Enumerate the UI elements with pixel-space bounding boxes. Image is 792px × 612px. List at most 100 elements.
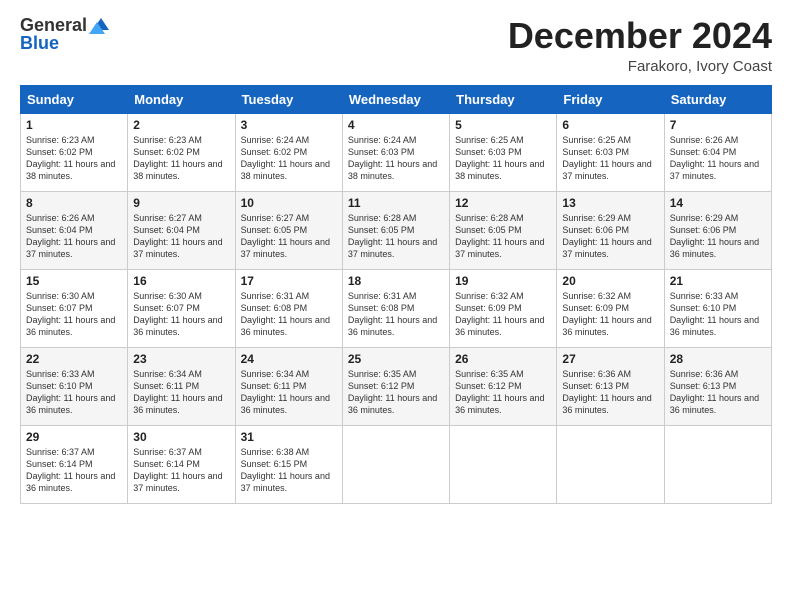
day-number: 5 bbox=[455, 118, 551, 132]
cell-content: Sunrise: 6:32 AMSunset: 6:09 PMDaylight:… bbox=[455, 291, 544, 337]
table-row: 4 Sunrise: 6:24 AMSunset: 6:03 PMDaylight… bbox=[342, 113, 449, 191]
day-number: 30 bbox=[133, 430, 229, 444]
table-row: 27Sunrise: 6:36 AMSunset: 6:13 PMDayligh… bbox=[557, 347, 664, 425]
header-row: Sunday Monday Tuesday Wednesday Thursday… bbox=[21, 85, 772, 113]
table-row: 6 Sunrise: 6:25 AMSunset: 6:03 PMDaylight… bbox=[557, 113, 664, 191]
day-number: 8 bbox=[26, 196, 122, 210]
table-row: 18Sunrise: 6:31 AMSunset: 6:08 PMDayligh… bbox=[342, 269, 449, 347]
table-row: 23Sunrise: 6:34 AMSunset: 6:11 PMDayligh… bbox=[128, 347, 235, 425]
day-number: 11 bbox=[348, 196, 444, 210]
day-number: 12 bbox=[455, 196, 551, 210]
cell-content: Sunrise: 6:26 AMSunset: 6:04 PMDaylight:… bbox=[670, 135, 759, 181]
day-number: 4 bbox=[348, 118, 444, 132]
day-number: 15 bbox=[26, 274, 122, 288]
col-thursday: Thursday bbox=[450, 85, 557, 113]
day-number: 18 bbox=[348, 274, 444, 288]
month-title: December 2024 bbox=[508, 16, 772, 56]
col-monday: Monday bbox=[128, 85, 235, 113]
day-number: 16 bbox=[133, 274, 229, 288]
day-number: 6 bbox=[562, 118, 658, 132]
cell-content: Sunrise: 6:36 AMSunset: 6:13 PMDaylight:… bbox=[670, 369, 759, 415]
cell-content: Sunrise: 6:23 AMSunset: 6:02 PMDaylight:… bbox=[133, 135, 222, 181]
day-number: 2 bbox=[133, 118, 229, 132]
day-number: 1 bbox=[26, 118, 122, 132]
cell-content: Sunrise: 6:35 AMSunset: 6:12 PMDaylight:… bbox=[348, 369, 437, 415]
table-row bbox=[342, 425, 449, 503]
day-number: 21 bbox=[670, 274, 766, 288]
table-row: 30 Sunrise: 6:37 AMSunset: 6:14 PMDayligh… bbox=[128, 425, 235, 503]
cell-content: Sunrise: 6:35 AMSunset: 6:12 PMDaylight:… bbox=[455, 369, 544, 415]
col-sunday: Sunday bbox=[21, 85, 128, 113]
cell-content: Sunrise: 6:28 AMSunset: 6:05 PMDaylight:… bbox=[348, 213, 437, 259]
day-number: 22 bbox=[26, 352, 122, 366]
cell-content: Sunrise: 6:37 AMSunset: 6:14 PMDaylight:… bbox=[26, 447, 115, 493]
cell-content: Sunrise: 6:33 AMSunset: 6:10 PMDaylight:… bbox=[26, 369, 115, 415]
table-row: 20 Sunrise: 6:32 AMSunset: 6:09 PMDayligh… bbox=[557, 269, 664, 347]
cell-content: Sunrise: 6:29 AMSunset: 6:06 PMDaylight:… bbox=[562, 213, 651, 259]
table-row: 1 Sunrise: 6:23 AMSunset: 6:02 PMDaylight… bbox=[21, 113, 128, 191]
logo-blue: Blue bbox=[20, 34, 111, 54]
day-number: 24 bbox=[241, 352, 337, 366]
table-row: 7Sunrise: 6:26 AMSunset: 6:04 PMDaylight… bbox=[664, 113, 771, 191]
cell-content: Sunrise: 6:24 AMSunset: 6:02 PMDaylight:… bbox=[241, 135, 330, 181]
cell-content: Sunrise: 6:30 AMSunset: 6:07 PMDaylight:… bbox=[26, 291, 115, 337]
cell-content: Sunrise: 6:27 AMSunset: 6:04 PMDaylight:… bbox=[133, 213, 222, 259]
table-row: 12 Sunrise: 6:28 AMSunset: 6:05 PMDayligh… bbox=[450, 191, 557, 269]
day-number: 23 bbox=[133, 352, 229, 366]
table-row: 28Sunrise: 6:36 AMSunset: 6:13 PMDayligh… bbox=[664, 347, 771, 425]
table-row: 24 Sunrise: 6:34 AMSunset: 6:11 PMDayligh… bbox=[235, 347, 342, 425]
day-number: 29 bbox=[26, 430, 122, 444]
logo-icon bbox=[89, 16, 111, 34]
table-row: 13 Sunrise: 6:29 AMSunset: 6:06 PMDayligh… bbox=[557, 191, 664, 269]
calendar-page: General Blue December 2024 Farakoro, Ivo… bbox=[0, 0, 792, 612]
day-number: 20 bbox=[562, 274, 658, 288]
cell-content: Sunrise: 6:34 AMSunset: 6:11 PMDaylight:… bbox=[241, 369, 330, 415]
table-row bbox=[664, 425, 771, 503]
cell-content: Sunrise: 6:37 AMSunset: 6:14 PMDaylight:… bbox=[133, 447, 222, 493]
cell-content: Sunrise: 6:24 AMSunset: 6:03 PMDaylight:… bbox=[348, 135, 437, 181]
table-row: 29 Sunrise: 6:37 AMSunset: 6:14 PMDayligh… bbox=[21, 425, 128, 503]
cell-content: Sunrise: 6:26 AMSunset: 6:04 PMDaylight:… bbox=[26, 213, 115, 259]
table-row: 22 Sunrise: 6:33 AMSunset: 6:10 PMDayligh… bbox=[21, 347, 128, 425]
cell-content: Sunrise: 6:33 AMSunset: 6:10 PMDaylight:… bbox=[670, 291, 759, 337]
calendar-week-2: 8 Sunrise: 6:26 AMSunset: 6:04 PMDaylight… bbox=[21, 191, 772, 269]
header: General Blue December 2024 Farakoro, Ivo… bbox=[20, 16, 772, 75]
day-number: 25 bbox=[348, 352, 444, 366]
table-row: 26Sunrise: 6:35 AMSunset: 6:12 PMDayligh… bbox=[450, 347, 557, 425]
cell-content: Sunrise: 6:23 AMSunset: 6:02 PMDaylight:… bbox=[26, 135, 115, 181]
cell-content: Sunrise: 6:31 AMSunset: 6:08 PMDaylight:… bbox=[241, 291, 330, 337]
table-row: 5Sunrise: 6:25 AMSunset: 6:03 PMDaylight… bbox=[450, 113, 557, 191]
table-row: 8 Sunrise: 6:26 AMSunset: 6:04 PMDaylight… bbox=[21, 191, 128, 269]
day-number: 10 bbox=[241, 196, 337, 210]
title-block: December 2024 Farakoro, Ivory Coast bbox=[508, 16, 772, 75]
col-saturday: Saturday bbox=[664, 85, 771, 113]
cell-content: Sunrise: 6:27 AMSunset: 6:05 PMDaylight:… bbox=[241, 213, 330, 259]
table-row: 2 Sunrise: 6:23 AMSunset: 6:02 PMDaylight… bbox=[128, 113, 235, 191]
cell-content: Sunrise: 6:32 AMSunset: 6:09 PMDaylight:… bbox=[562, 291, 651, 337]
cell-content: Sunrise: 6:29 AMSunset: 6:06 PMDaylight:… bbox=[670, 213, 759, 259]
day-number: 9 bbox=[133, 196, 229, 210]
table-row bbox=[557, 425, 664, 503]
col-friday: Friday bbox=[557, 85, 664, 113]
cell-content: Sunrise: 6:38 AMSunset: 6:15 PMDaylight:… bbox=[241, 447, 330, 493]
table-row: 11 Sunrise: 6:28 AMSunset: 6:05 PMDayligh… bbox=[342, 191, 449, 269]
table-row: 3Sunrise: 6:24 AMSunset: 6:02 PMDaylight… bbox=[235, 113, 342, 191]
cell-content: Sunrise: 6:28 AMSunset: 6:05 PMDaylight:… bbox=[455, 213, 544, 259]
table-row: 25 Sunrise: 6:35 AMSunset: 6:12 PMDayligh… bbox=[342, 347, 449, 425]
cell-content: Sunrise: 6:25 AMSunset: 6:03 PMDaylight:… bbox=[562, 135, 651, 181]
table-row: 9 Sunrise: 6:27 AMSunset: 6:04 PMDaylight… bbox=[128, 191, 235, 269]
table-row: 10 Sunrise: 6:27 AMSunset: 6:05 PMDayligh… bbox=[235, 191, 342, 269]
table-row: 14 Sunrise: 6:29 AMSunset: 6:06 PMDayligh… bbox=[664, 191, 771, 269]
calendar-week-4: 22 Sunrise: 6:33 AMSunset: 6:10 PMDayligh… bbox=[21, 347, 772, 425]
day-number: 13 bbox=[562, 196, 658, 210]
calendar-week-3: 15 Sunrise: 6:30 AMSunset: 6:07 PMDayligh… bbox=[21, 269, 772, 347]
table-row: 15 Sunrise: 6:30 AMSunset: 6:07 PMDayligh… bbox=[21, 269, 128, 347]
day-number: 14 bbox=[670, 196, 766, 210]
calendar-week-5: 29 Sunrise: 6:37 AMSunset: 6:14 PMDayligh… bbox=[21, 425, 772, 503]
logo: General Blue bbox=[20, 16, 111, 54]
day-number: 31 bbox=[241, 430, 337, 444]
day-number: 19 bbox=[455, 274, 551, 288]
table-row: 19 Sunrise: 6:32 AMSunset: 6:09 PMDayligh… bbox=[450, 269, 557, 347]
table-row: 31 Sunrise: 6:38 AMSunset: 6:15 PMDayligh… bbox=[235, 425, 342, 503]
table-row bbox=[450, 425, 557, 503]
